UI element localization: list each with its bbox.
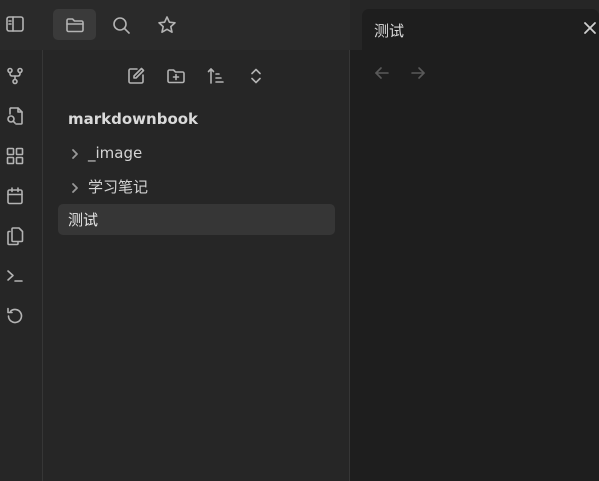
sidebar-header bbox=[0, 0, 362, 50]
file-search-icon bbox=[7, 107, 23, 125]
calendar-icon bbox=[7, 187, 23, 205]
tree-folder-image[interactable]: _image bbox=[58, 137, 335, 168]
copy-icon bbox=[7, 227, 24, 246]
file-search-button[interactable] bbox=[0, 101, 30, 131]
tree-item-label: _image bbox=[88, 143, 143, 162]
navigate-back-button[interactable] bbox=[371, 62, 393, 84]
collapse-all-button[interactable] bbox=[241, 61, 271, 91]
editor-pane: 测试 bbox=[350, 0, 599, 481]
search-icon bbox=[113, 16, 130, 34]
star-icon bbox=[158, 15, 176, 33]
file-explorer: markdownbook _image 学习笔记 测试 bbox=[43, 50, 350, 481]
collapse-expand-icon bbox=[251, 68, 261, 84]
sort-button[interactable] bbox=[201, 61, 231, 91]
sidebar-toggle-icon bbox=[6, 16, 24, 32]
chevron-right-icon bbox=[68, 180, 82, 194]
sidebar-toggle-button[interactable] bbox=[0, 9, 30, 39]
files-tab-button[interactable] bbox=[53, 9, 96, 40]
file-recovery-button[interactable] bbox=[0, 301, 30, 331]
chevron-right-icon bbox=[68, 146, 82, 160]
close-tab-button[interactable] bbox=[581, 18, 599, 38]
tab-title: 测试 bbox=[374, 22, 405, 40]
command-palette-button[interactable] bbox=[0, 261, 30, 291]
terminal-icon bbox=[7, 270, 23, 282]
search-tab-button[interactable] bbox=[104, 9, 138, 40]
tree-item-label: 学习笔记 bbox=[88, 178, 149, 196]
daily-note-button[interactable] bbox=[0, 181, 30, 211]
left-ribbon bbox=[0, 50, 43, 481]
canvas-button[interactable] bbox=[0, 141, 30, 171]
history-icon bbox=[7, 307, 23, 324]
tree-item-label: 测试 bbox=[68, 211, 99, 229]
forward-arrow-icon bbox=[411, 67, 425, 79]
back-arrow-icon bbox=[375, 67, 389, 79]
tree-folder-study-notes[interactable]: 学习笔记 bbox=[58, 171, 335, 202]
folder-icon bbox=[65, 17, 84, 32]
close-icon bbox=[584, 22, 596, 34]
new-note-icon bbox=[128, 67, 145, 84]
new-note-button[interactable] bbox=[121, 61, 151, 91]
vault-name: markdownbook bbox=[68, 110, 199, 128]
sort-icon bbox=[207, 68, 224, 84]
git-branch-icon bbox=[7, 67, 23, 85]
layout-grid-icon bbox=[6, 147, 24, 165]
app-window: markdownbook _image 学习笔记 测试 测试 bbox=[0, 0, 599, 481]
navigate-forward-button[interactable] bbox=[407, 62, 429, 84]
templates-button[interactable] bbox=[0, 221, 30, 251]
tab-test[interactable]: 测试 bbox=[362, 9, 599, 50]
tab-strip: 测试 bbox=[350, 0, 599, 50]
tree-file-test[interactable]: 测试 bbox=[58, 204, 335, 235]
new-folder-icon bbox=[167, 69, 185, 84]
graph-view-button[interactable] bbox=[0, 61, 30, 91]
bookmarks-tab-button[interactable] bbox=[150, 9, 184, 40]
new-folder-button[interactable] bbox=[161, 61, 191, 91]
